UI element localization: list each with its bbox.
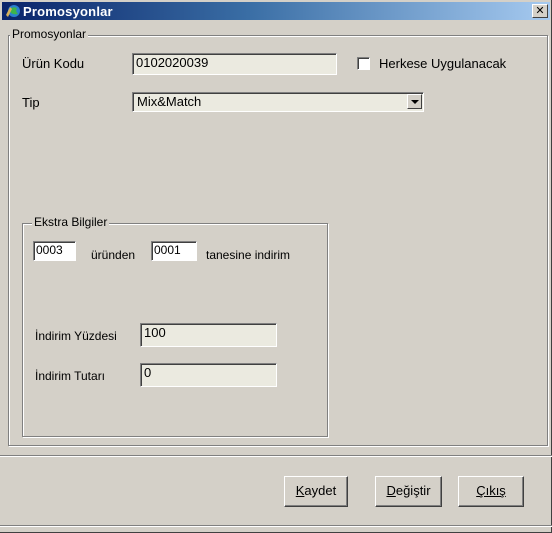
kaydet-label: aydet [304, 483, 337, 498]
indirim-yuzdesi-input[interactable]: 100 [140, 323, 277, 347]
urun-kodu-input[interactable]: 0102020039 [132, 53, 337, 75]
title-bar[interactable]: Promosyonlar ✕ [2, 2, 550, 20]
herkese-uygulanacak-label[interactable]: Herkese Uygulanacak [379, 56, 506, 71]
close-icon: ✕ [535, 5, 545, 17]
herkese-uygulanacak-checkbox[interactable] [357, 57, 370, 70]
tip-select[interactable]: Mix&Match [132, 92, 424, 112]
promosyonlar-group-legend: Promosyonlar [10, 27, 89, 41]
tip-selected-value: Mix&Match [137, 94, 202, 109]
degistir-button[interactable]: Değiştir [375, 476, 442, 507]
indirim-tutari-label: İndirim Tutarı [35, 369, 106, 383]
indirim-tutari-input[interactable]: 0 [140, 363, 277, 387]
tip-label: Tip [22, 95, 40, 110]
urunden-label: üründen [91, 248, 136, 262]
button-area-separator-highlight [0, 456, 552, 457]
tanesine-indirim-label: tanesine indirim [206, 248, 291, 262]
kaydet-button[interactable]: Kaydet [284, 476, 348, 507]
promosyonlar-window: Promosyonlar ✕ Promosyonlar Ürün Kodu 01… [0, 0, 552, 533]
cikis-button[interactable]: Çıkış [458, 476, 524, 507]
cikis-label: Çıkış [476, 483, 506, 498]
window-title: Promosyonlar [23, 4, 113, 19]
app-icon [6, 5, 20, 17]
indirimli-adet-input[interactable]: 0001 [151, 241, 197, 261]
degistir-accel: D [386, 483, 396, 498]
degistir-label: eğiştir [395, 483, 431, 498]
close-button[interactable]: ✕ [532, 4, 548, 18]
urun-kodu-label: Ürün Kodu [22, 56, 85, 71]
chevron-down-icon[interactable] [407, 94, 422, 109]
indirim-yuzdesi-label: İndirim Yüzdesi [35, 329, 117, 343]
ekstra-bilgiler-legend: Ekstra Bilgiler [32, 215, 110, 229]
bottom-separator-highlight [0, 526, 552, 527]
urun-adet-input[interactable]: 0003 [33, 241, 76, 261]
